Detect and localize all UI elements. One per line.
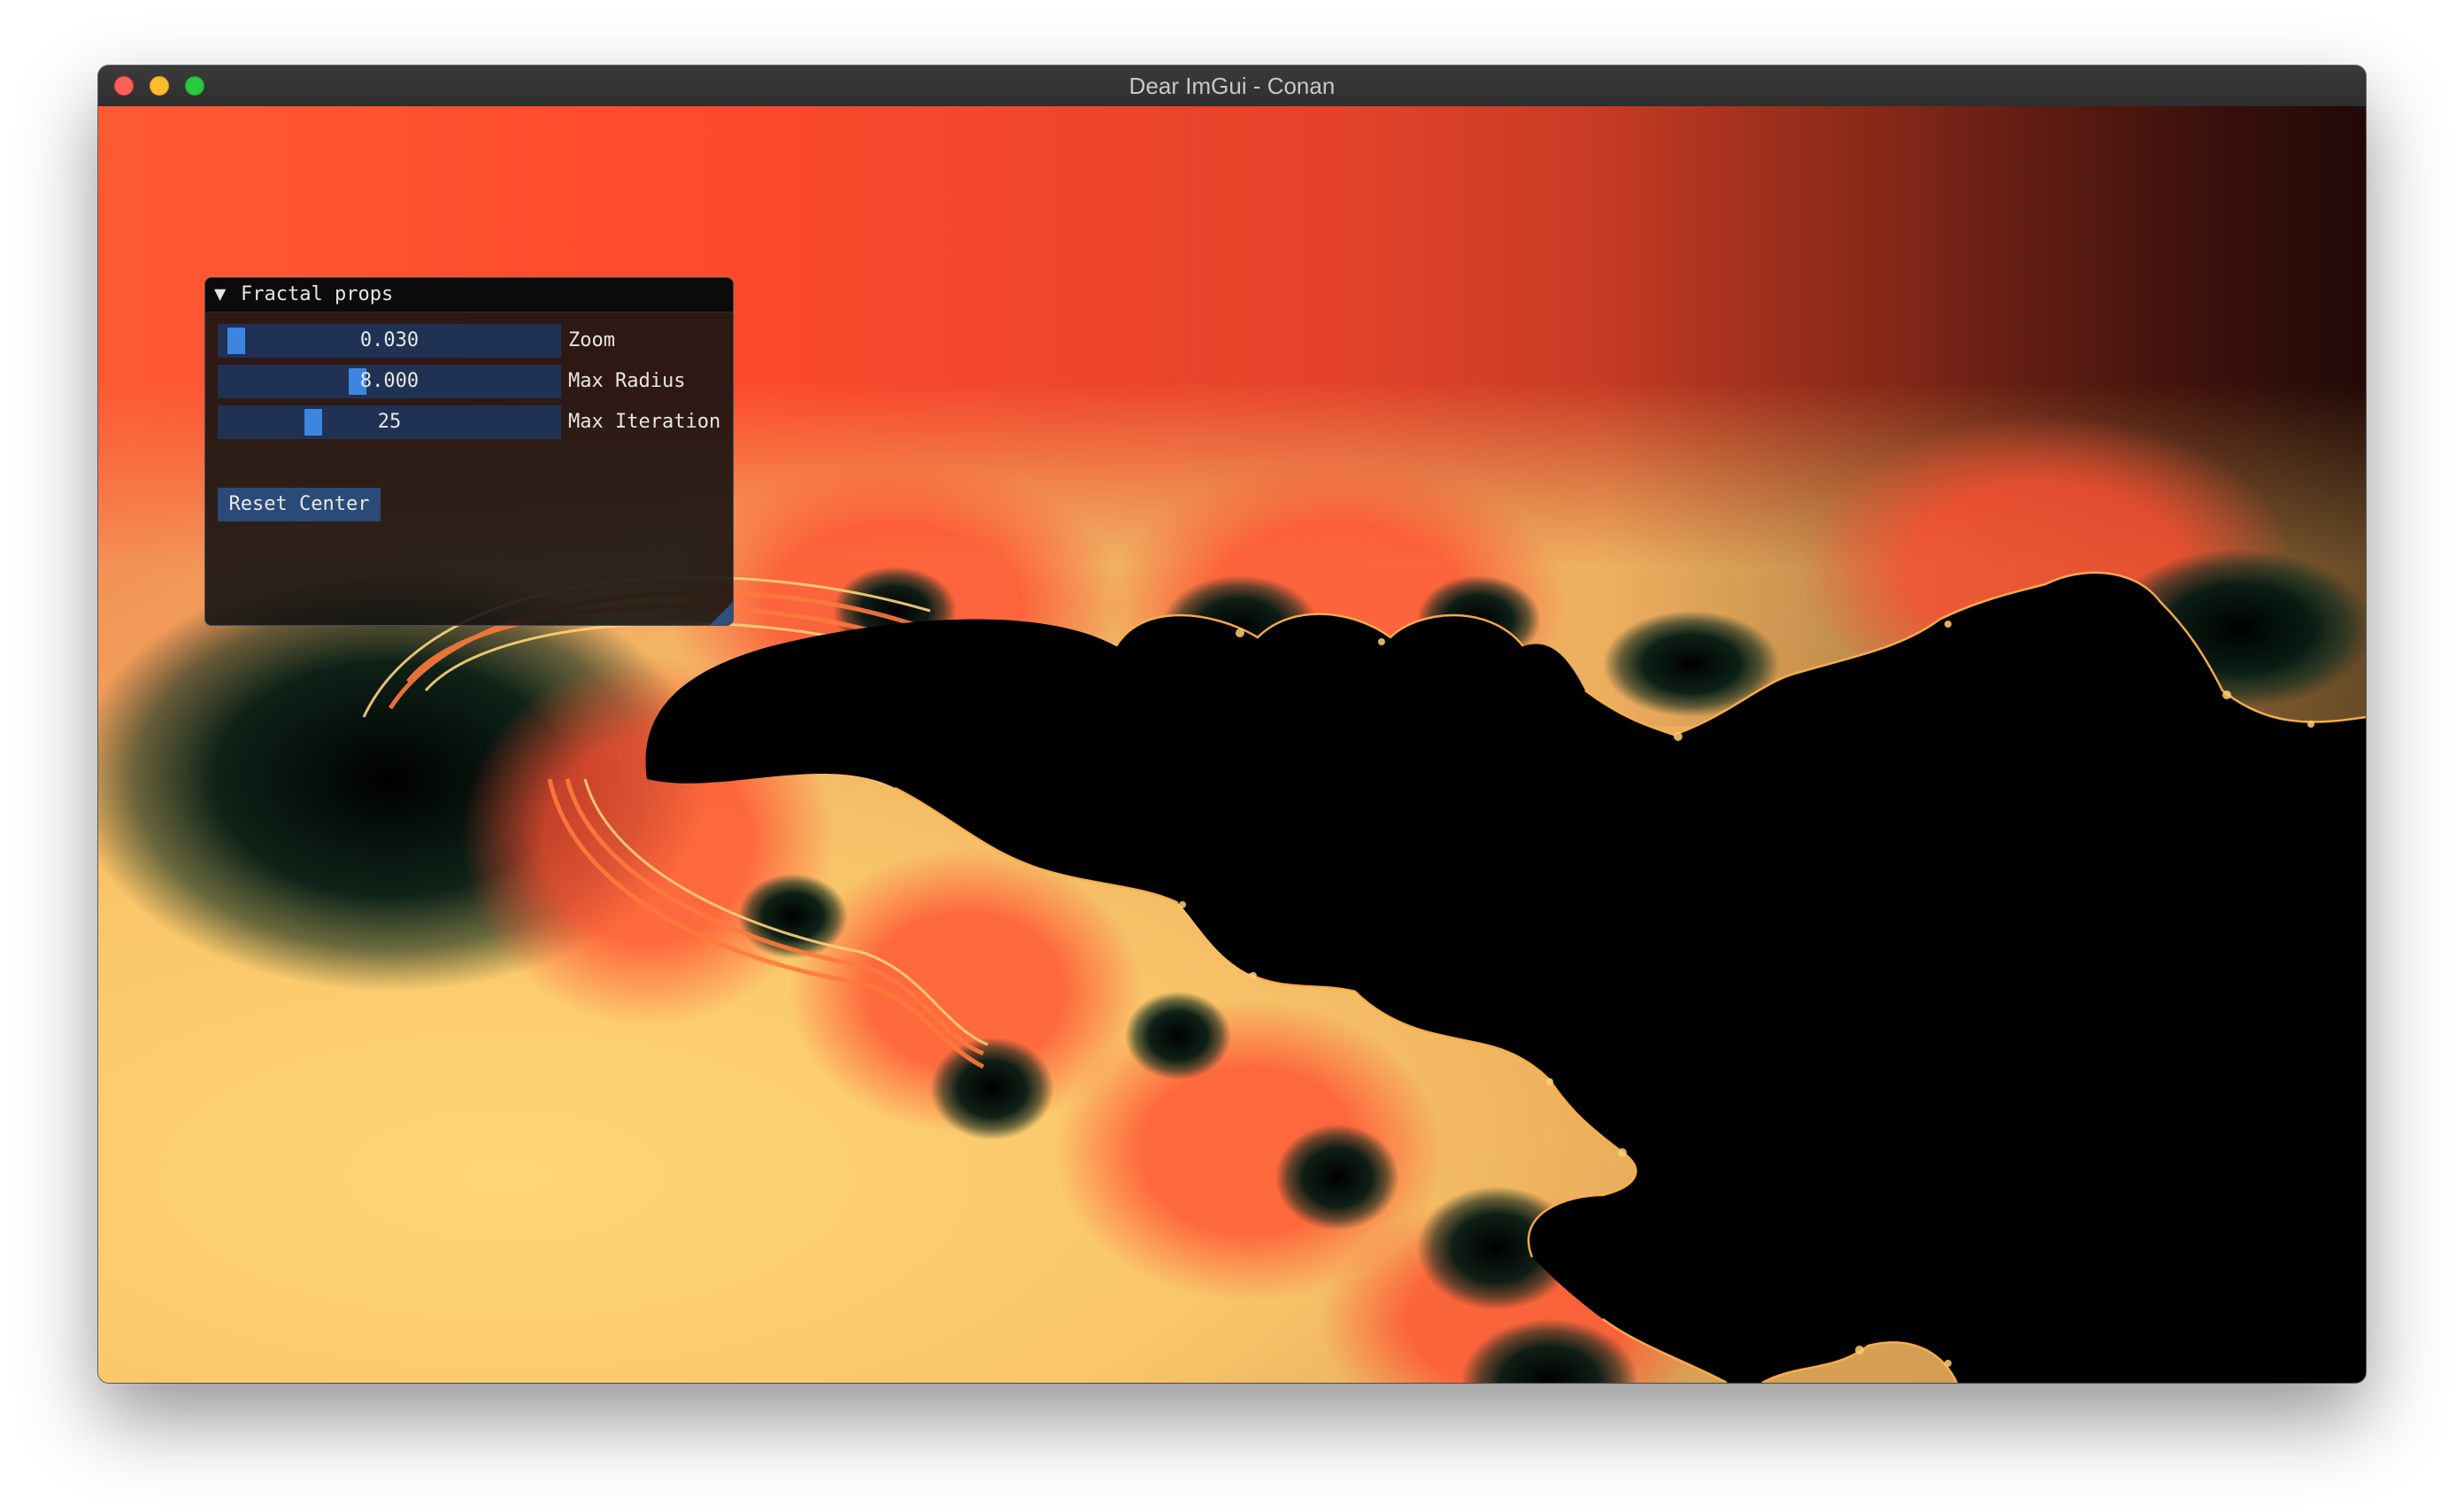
desktop-background: Dear ImGui - Conan ▼ Fractal props 0.030… — [0, 0, 2464, 1512]
zoom-value: 0.030 — [359, 329, 420, 351]
reset-center-button[interactable]: Reset Center — [218, 488, 381, 521]
max-iteration-label: Max Iteration — [568, 411, 721, 433]
max-iteration-row: 25 Max Iteration — [218, 405, 731, 439]
app-window: Dear ImGui - Conan ▼ Fractal props 0.030… — [98, 66, 2366, 1383]
window-title: Dear ImGui - Conan — [1128, 73, 1336, 99]
resize-grip[interactable] — [710, 602, 733, 625]
zoom-slider[interactable]: 0.030 — [218, 324, 561, 358]
max-radius-label: Max Radius — [568, 370, 686, 392]
fractal-props-panel[interactable]: ▼ Fractal props 0.030 Zoom 8.000 Max Rad… — [204, 277, 734, 626]
zoom-row: 0.030 Zoom — [218, 324, 731, 358]
max-radius-row: 8.000 Max Radius — [218, 365, 731, 398]
window-titlebar[interactable]: Dear ImGui - Conan — [98, 66, 2366, 107]
panel-titlebar[interactable]: ▼ Fractal props — [205, 278, 733, 312]
max-iteration-slider[interactable]: 25 — [218, 405, 561, 439]
max-radius-slider[interactable]: 8.000 — [218, 365, 561, 398]
panel-title: Fractal props — [241, 283, 394, 305]
collapse-triangle-icon[interactable]: ▼ — [214, 281, 226, 309]
fractal-canvas[interactable]: ▼ Fractal props 0.030 Zoom 8.000 Max Rad… — [98, 106, 2366, 1383]
zoom-label: Zoom — [568, 329, 615, 351]
max-iteration-value: 25 — [377, 411, 402, 433]
max-radius-value: 8.000 — [359, 370, 420, 392]
